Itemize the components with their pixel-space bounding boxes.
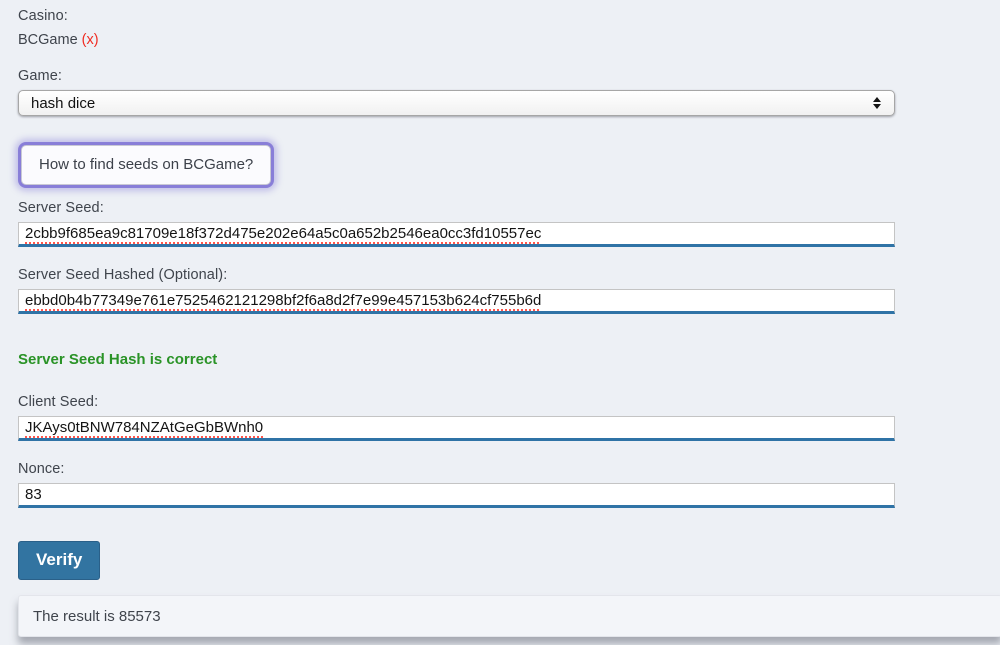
- server-seed-hashed-label: Server Seed Hashed (Optional):: [18, 267, 1000, 283]
- casino-selection: BCGame (x): [18, 32, 1000, 48]
- server-seed-input[interactable]: 2cbb9f685ea9c81709e18f372d475e202e64a5c0…: [18, 222, 895, 247]
- nonce-label: Nonce:: [18, 461, 1000, 477]
- verifier-form: Casino: BCGame (x) Game: hash dice How t…: [0, 0, 1000, 637]
- client-seed-label: Client Seed:: [18, 394, 1000, 410]
- server-seed-label: Server Seed:: [18, 200, 1000, 216]
- nonce-value: 83: [25, 486, 42, 503]
- verify-button[interactable]: Verify: [18, 541, 100, 580]
- casino-name: BCGame: [18, 32, 78, 48]
- result-panel: The result is 85573: [18, 595, 1000, 637]
- server-seed-hashed-value: ebbd0b4b77349e761e7525462121298bf2f6a8d2…: [25, 292, 541, 309]
- nonce-input[interactable]: 83: [18, 483, 895, 508]
- down-arrow-icon: [873, 104, 881, 109]
- client-seed-input[interactable]: JKAys0tBNW784NZAtGeGbBWnh0: [18, 416, 895, 441]
- server-seed-value: 2cbb9f685ea9c81709e18f372d475e202e64a5c0…: [25, 225, 541, 242]
- game-select-value: hash dice: [19, 95, 95, 112]
- up-arrow-icon: [873, 97, 881, 102]
- result-text: The result is 85573: [19, 608, 161, 625]
- server-seed-hashed-input[interactable]: ebbd0b4b77349e761e7525462121298bf2f6a8d2…: [18, 289, 895, 314]
- casino-remove-link[interactable]: (x): [82, 32, 99, 48]
- game-label: Game:: [18, 68, 1000, 84]
- hash-status-message: Server Seed Hash is correct: [18, 351, 1000, 368]
- client-seed-value: JKAys0tBNW784NZAtGeGbBWnh0: [25, 419, 263, 436]
- how-to-find-seeds-button[interactable]: How to find seeds on BCGame?: [21, 145, 271, 185]
- up-down-arrows-icon: [873, 97, 881, 109]
- game-select[interactable]: hash dice: [18, 90, 895, 116]
- casino-label: Casino:: [18, 8, 1000, 24]
